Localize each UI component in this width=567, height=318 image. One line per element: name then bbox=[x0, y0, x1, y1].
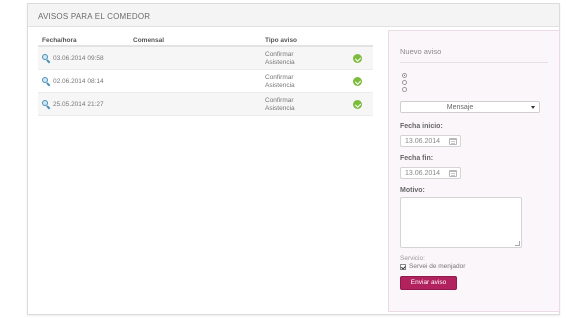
date-cell: 25.05.2014 21:27 bbox=[42, 100, 104, 109]
row-tipo-line1: Confirmar bbox=[265, 51, 294, 58]
row-datetime: 25.05.2014 21:27 bbox=[53, 100, 104, 108]
panel-header: AVISOS PARA EL COMEDOR bbox=[28, 4, 559, 27]
fecha-fin-value: 13.06.2014 bbox=[405, 170, 441, 177]
aviso-type-select[interactable]: Mensaje bbox=[400, 101, 540, 113]
row-datetime: 03.06.2014 09:58 bbox=[53, 54, 104, 62]
servicio-label: Servicio: bbox=[400, 255, 425, 262]
divider bbox=[400, 62, 548, 63]
fecha-fin-label: Fecha fin: bbox=[400, 155, 434, 162]
check-circle-icon bbox=[353, 77, 362, 86]
calendar-icon[interactable] bbox=[449, 170, 457, 177]
magnifier-icon[interactable] bbox=[42, 54, 51, 63]
page-title: AVISOS PARA EL COMEDOR bbox=[38, 12, 151, 21]
row-tipo-line1: Confirmar bbox=[265, 97, 294, 104]
table-row[interactable]: 03.06.2014 09:58 Confirmar Asistencia bbox=[38, 47, 373, 70]
fecha-inicio-label: Fecha inicio: bbox=[400, 123, 443, 130]
table-row[interactable]: 25.05.2014 21:27 Confirmar Asistencia bbox=[38, 93, 373, 116]
row-tipo: Confirmar Asistencia bbox=[265, 97, 295, 113]
row-tipo-line2: Asistencia bbox=[265, 105, 295, 112]
avisos-panel: AVISOS PARA EL COMEDOR Fecha/hora Comens… bbox=[27, 3, 560, 315]
check-circle-icon bbox=[353, 100, 362, 109]
new-aviso-form: Nuevo aviso Mensaje Fecha inicio: 13.06.… bbox=[388, 30, 560, 312]
magnifier-icon[interactable] bbox=[42, 100, 51, 109]
avisos-table: Fecha/hora Comensal Tipo aviso 03.06.201… bbox=[38, 34, 373, 116]
row-datetime: 02.06.2014 08:14 bbox=[53, 77, 104, 85]
servicio-option[interactable]: Servei de menjador bbox=[400, 263, 465, 270]
table-header: Fecha/hora Comensal Tipo aviso bbox=[38, 34, 373, 47]
calendar-icon[interactable] bbox=[449, 138, 457, 145]
row-tipo: Confirmar Asistencia bbox=[265, 74, 295, 90]
servicio-option-label: Servei de menjador bbox=[409, 263, 466, 270]
row-tipo-line2: Asistencia bbox=[265, 59, 295, 66]
date-cell: 02.06.2014 08:14 bbox=[42, 77, 104, 86]
servicio-checkbox[interactable] bbox=[400, 263, 406, 270]
form-title: Nuevo aviso bbox=[400, 47, 442, 56]
motivo-label: Motivo: bbox=[400, 187, 425, 194]
fecha-inicio-field[interactable]: 13.06.2014 bbox=[400, 135, 461, 147]
fecha-fin-field[interactable]: 13.06.2014 bbox=[400, 167, 461, 179]
radio-option-3[interactable] bbox=[402, 87, 407, 92]
row-tipo-line2: Asistencia bbox=[265, 82, 295, 89]
aviso-type-radios bbox=[402, 73, 407, 94]
enviar-aviso-button[interactable]: Enviar aviso bbox=[400, 276, 457, 290]
check-circle-icon bbox=[353, 54, 362, 63]
fecha-inicio-value: 13.06.2014 bbox=[405, 138, 441, 145]
table-row[interactable]: 02.06.2014 08:14 Confirmar Asistencia bbox=[38, 70, 373, 93]
column-header-tipo[interactable]: Tipo aviso bbox=[265, 37, 297, 44]
select-value: Mensaje bbox=[446, 104, 474, 111]
date-cell: 03.06.2014 09:58 bbox=[42, 54, 104, 63]
radio-option-2[interactable] bbox=[402, 80, 407, 85]
chevron-down-icon bbox=[531, 106, 535, 109]
radio-option-1[interactable] bbox=[402, 73, 407, 78]
row-tipo-line1: Confirmar bbox=[265, 74, 294, 81]
column-header-comensal[interactable]: Comensal bbox=[133, 37, 164, 44]
column-header-fecha[interactable]: Fecha/hora bbox=[42, 37, 77, 44]
motivo-textarea[interactable] bbox=[400, 197, 522, 248]
row-tipo: Confirmar Asistencia bbox=[265, 51, 295, 67]
magnifier-icon[interactable] bbox=[42, 77, 51, 86]
